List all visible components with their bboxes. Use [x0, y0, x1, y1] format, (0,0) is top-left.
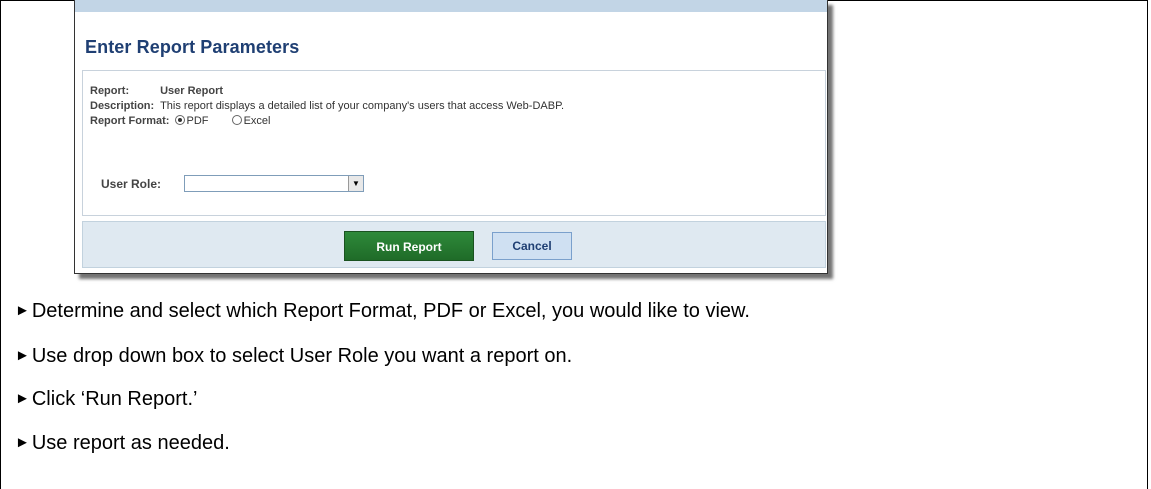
report-format-row: Report Format: PDF Excel: [90, 115, 270, 127]
instruction-item: ► Use report as needed.: [15, 432, 230, 455]
bullet-arrow-icon: ►: [15, 347, 30, 364]
excel-label: Excel: [243, 115, 271, 127]
bullet-arrow-icon: ►: [15, 434, 30, 451]
report-parameters-panel: Enter Report Parameters Report: User Rep…: [74, 0, 828, 274]
parameters-box: Report: User Report Description: This re…: [82, 70, 826, 216]
instruction-text: Use report as needed.: [31, 432, 230, 454]
user-role-select[interactable]: ▼: [184, 175, 364, 192]
pdf-label: PDF: [186, 115, 209, 127]
format-option-pdf[interactable]: PDF: [174, 115, 212, 127]
instruction-text: Use drop down box to select User Role yo…: [31, 345, 573, 367]
pdf-radio[interactable]: [174, 115, 185, 125]
instruction-text: Click ‘Run Report.’: [31, 388, 198, 410]
format-option-excel[interactable]: Excel: [231, 115, 271, 127]
report-format-label: Report Format:: [90, 115, 170, 127]
description-value: This report displays a detailed list of …: [160, 100, 565, 112]
run-report-button[interactable]: Run Report: [344, 231, 474, 261]
instruction-item: ► Use drop down box to select User Role y…: [15, 345, 572, 368]
instruction-text: Determine and select which Report Format…: [31, 300, 750, 322]
report-label: Report:: [90, 85, 130, 97]
instruction-item: ► Click ‘Run Report.’: [15, 388, 197, 411]
page-title: Enter Report Parameters: [85, 37, 300, 57]
button-bar: Run Report Cancel: [82, 221, 826, 268]
report-value: User Report: [160, 85, 224, 97]
user-role-row: User Role:: [101, 177, 161, 191]
user-role-label: User Role:: [101, 177, 162, 191]
excel-radio[interactable]: [231, 115, 242, 125]
instruction-item: ► Determine and select which Report Forma…: [15, 300, 750, 323]
dropdown-arrow-icon[interactable]: ▼: [348, 176, 363, 191]
panel-header-bar: [75, 0, 827, 12]
description-row: Description: This report displays a deta…: [90, 100, 564, 112]
cancel-button[interactable]: Cancel: [492, 232, 572, 260]
bullet-arrow-icon: ►: [15, 390, 30, 407]
bullet-arrow-icon: ►: [15, 302, 30, 319]
description-label: Description:: [90, 100, 155, 112]
report-row: Report: User Report: [90, 85, 223, 97]
